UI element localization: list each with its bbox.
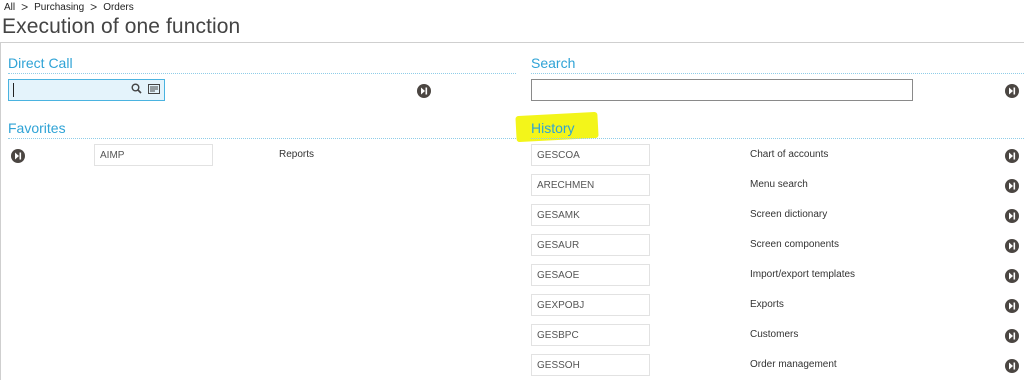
search-divider [531, 73, 1024, 74]
history-divider [531, 138, 1024, 139]
history-label: Import/export templates [750, 269, 856, 280]
favorite-label: Reports [279, 149, 315, 160]
breadcrumb: All > Purchasing > Orders [4, 0, 134, 14]
history-go-icon[interactable] [1005, 209, 1019, 223]
history-code-field[interactable]: GESAMK [531, 204, 650, 226]
text-cursor [13, 83, 14, 97]
history-code-field[interactable]: GESAOE [531, 264, 650, 286]
history-title: History [531, 120, 575, 136]
favorite-code-field[interactable]: AIMP [94, 144, 213, 166]
direct-call-divider [8, 73, 516, 74]
history-go-icon[interactable] [1005, 269, 1019, 283]
history-code-field[interactable]: ARECHMEN [531, 174, 650, 196]
history-go-icon[interactable] [1005, 239, 1019, 253]
breadcrumb-item-purchasing[interactable]: Purchasing [34, 2, 84, 13]
history-go-icon[interactable] [1005, 179, 1019, 193]
history-code-field[interactable]: GESBPC [531, 324, 650, 346]
history-label: Screen components [750, 239, 839, 250]
history-code-field[interactable]: GEXPOBJ [531, 294, 650, 316]
favorite-go-icon[interactable] [11, 149, 25, 163]
favorites-title: Favorites [8, 120, 66, 136]
history-code-field[interactable]: GESCOA [531, 144, 650, 166]
breadcrumb-separator: > [21, 0, 29, 14]
breadcrumb-item-all[interactable]: All [4, 2, 15, 13]
search-go-icon[interactable] [1005, 84, 1019, 98]
history-label: Exports [750, 299, 784, 310]
history-label: Customers [750, 329, 799, 340]
history-label: Screen dictionary [750, 209, 828, 220]
direct-call-title: Direct Call [8, 55, 73, 71]
breadcrumb-separator: > [90, 0, 98, 14]
direct-call-input[interactable] [8, 79, 165, 101]
breadcrumb-item-orders[interactable]: Orders [103, 2, 134, 13]
search-icon[interactable] [131, 81, 142, 99]
history-go-icon[interactable] [1005, 299, 1019, 313]
history-go-icon[interactable] [1005, 329, 1019, 343]
history-label: Menu search [750, 179, 808, 190]
favorites-divider [8, 138, 516, 139]
list-icon[interactable] [148, 81, 160, 99]
history-label: Order management [750, 359, 837, 370]
search-input[interactable] [531, 79, 913, 101]
search-title: Search [531, 55, 576, 71]
page-title: Execution of one function [2, 15, 241, 38]
history-go-icon[interactable] [1005, 149, 1019, 163]
direct-call-go-icon[interactable] [417, 84, 431, 98]
history-go-icon[interactable] [1005, 359, 1019, 373]
history-label: Chart of accounts [750, 149, 829, 160]
history-code-field[interactable]: GESSOH [531, 354, 650, 376]
history-code-field[interactable]: GESAUR [531, 234, 650, 256]
